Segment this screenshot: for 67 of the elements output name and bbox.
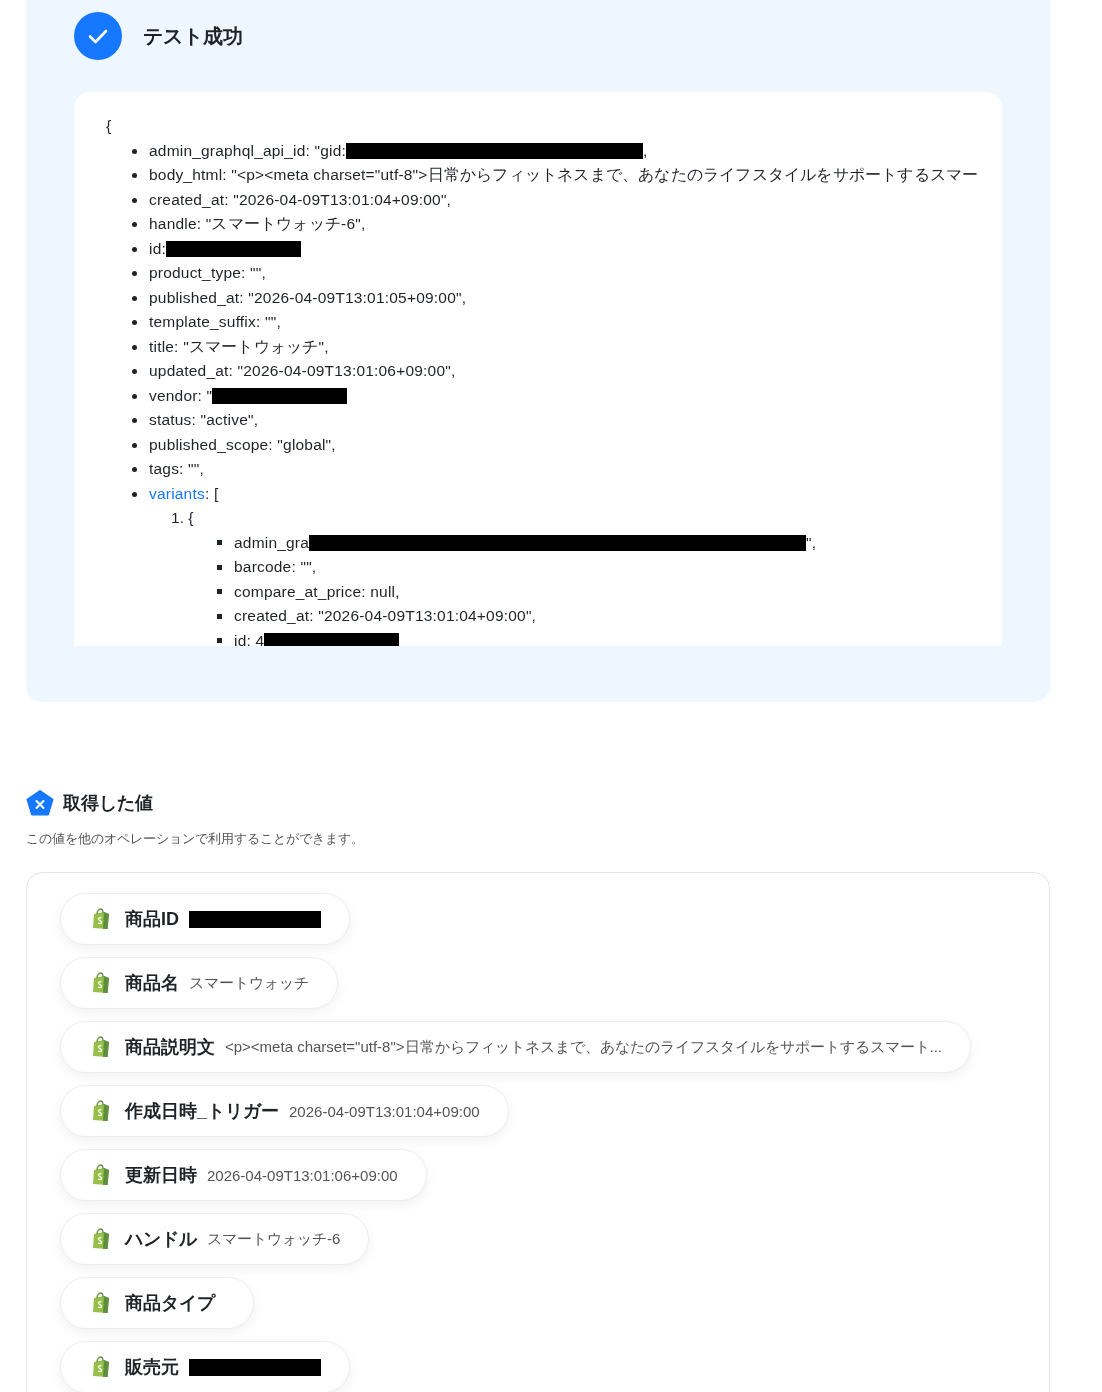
code-line: published_at: "2026-04-09T13:01:05+09:00", — [149, 287, 467, 308]
code-line: id: — [149, 238, 166, 259]
value-chip[interactable]: 更新日時 2026-04-09T13:01:06+09:00 — [60, 1149, 427, 1201]
code-line: tags: "", — [149, 459, 205, 479]
code-line: vendor: " — [149, 385, 213, 406]
bullet-icon — [132, 271, 137, 276]
code-line: published_scope: "global", — [149, 434, 336, 455]
value-chip[interactable]: 作成日時_トリガー 2026-04-09T13:01:04+09:00 — [60, 1085, 509, 1137]
result-title: テスト成功 — [143, 23, 243, 49]
bullet-icon — [132, 418, 137, 423]
bullet-icon — [132, 148, 137, 154]
bullet-icon — [132, 246, 137, 252]
bullet-icon — [132, 173, 137, 178]
code-line: ", — [806, 532, 817, 553]
check-icon — [74, 12, 122, 60]
bullet-icon — [217, 589, 222, 595]
code-line: status: "active", — [149, 410, 259, 430]
section-title: 取得した値 — [63, 792, 153, 815]
code-line: title: "スマートウォッチ", — [149, 336, 329, 357]
code-line: admin_gra — [234, 532, 310, 553]
shopping-bag-icon — [91, 972, 111, 994]
code-line: product_type: "", — [149, 263, 266, 283]
value-chip[interactable]: 商品説明文 <p><meta charset="utf-8">日常からフィットネスまで、あなたのライフスタイルをサポートするスマート... — [60, 1021, 971, 1073]
code-line: barcode: "", — [234, 557, 317, 577]
section-description: この値を他のオペレーションで利用することができます。 — [26, 830, 365, 848]
bullet-icon — [217, 540, 222, 546]
bullet-icon — [132, 393, 137, 399]
bullet-icon — [132, 467, 137, 472]
bullet-icon — [217, 564, 222, 570]
code-line: created_at: "2026-04-09T13:01:04+09:00", — [149, 189, 452, 210]
value-chip[interactable]: 商品タイプ — [60, 1277, 254, 1329]
code-line: compare_at_price: null, — [234, 581, 400, 602]
bullet-icon — [132, 320, 137, 325]
shopping-bag-icon — [91, 1356, 111, 1378]
shopping-bag-icon — [91, 908, 111, 930]
bullet-icon — [132, 442, 137, 448]
code-line: : [ — [204, 483, 219, 504]
value-chip[interactable]: 販売元 — [60, 1341, 350, 1392]
value-chip[interactable]: 商品名 スマートウォッチ — [60, 957, 338, 1009]
code-line: updated_at: "2026-04-09T13:01:06+09:00", — [149, 361, 456, 381]
bullet-icon — [132, 222, 137, 227]
bullet-icon — [132, 197, 137, 203]
code-line: { — [188, 508, 194, 528]
app-logo-icon — [26, 790, 54, 816]
bullet-icon — [217, 613, 222, 619]
bullet-icon — [132, 369, 137, 374]
bullet-icon — [132, 344, 137, 350]
bullet-icon — [217, 638, 222, 644]
code-line: body_html: "<p><meta charset="utf-8">日常からフィットネスまで、あなたのライフスタイルをサポートするスマー — [149, 165, 979, 185]
code-line: id: 4 — [234, 630, 265, 646]
bullet-icon — [132, 295, 137, 301]
code-line: template_suffix: "", — [149, 312, 281, 332]
shopping-bag-icon — [91, 1228, 111, 1250]
code-line: handle: "スマートウォッチ-6", — [149, 214, 366, 234]
list-number: 1. — [171, 508, 185, 528]
shopping-bag-icon — [91, 1036, 111, 1058]
shopping-bag-icon — [91, 1164, 111, 1186]
code-line: , — [643, 140, 648, 161]
shopping-bag-icon — [91, 1292, 111, 1314]
code-line: admin_graphql_api_id: "gid: — [149, 140, 347, 161]
value-chip[interactable]: ハンドル スマートウォッチ-6 — [60, 1213, 370, 1265]
code-line: { — [106, 116, 113, 136]
code-link[interactable]: variants — [149, 481, 205, 506]
code-line: created_at: "2026-04-09T13:01:04+09:00", — [234, 606, 537, 626]
shopping-bag-icon — [91, 1100, 111, 1122]
value-chip[interactable]: 商品ID — [60, 893, 350, 945]
bullet-icon — [132, 491, 137, 497]
